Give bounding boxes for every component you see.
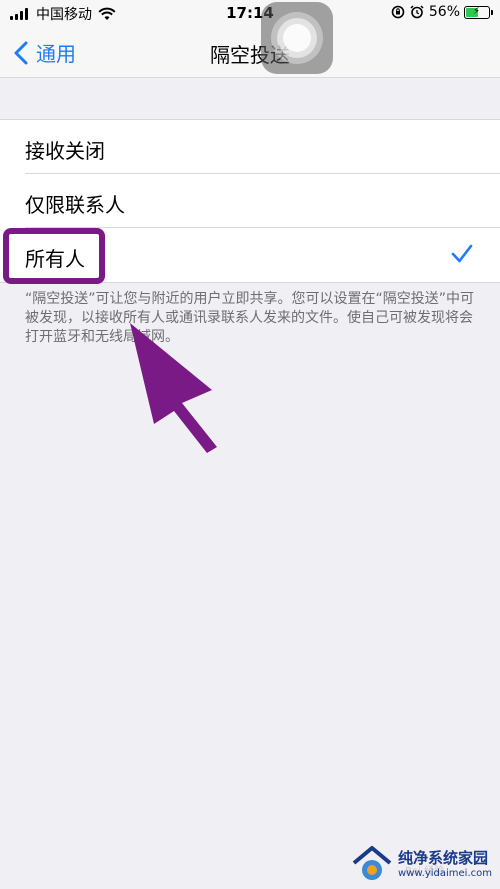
- option-label: 接收关闭: [25, 139, 105, 163]
- status-right: 56% ⚡: [391, 4, 493, 20]
- battery-charging-icon: ⚡: [464, 5, 493, 19]
- airdrop-description: “隔空投送”可让您与附近的用户立即共享。您可以设置在“隔空投送”中可被发现，以接…: [25, 291, 475, 345]
- watermark-text: 纯净系统家园 www.yidaimei.com: [398, 847, 492, 879]
- option-label: 仅限联系人: [25, 193, 125, 217]
- house-logo-icon: [352, 846, 392, 880]
- assistive-touch-button[interactable]: [261, 2, 333, 74]
- page-title: 隔空投送: [210, 43, 290, 67]
- watermark-url: www.yidaimei.com: [398, 868, 492, 879]
- option-receiving-off[interactable]: 接收关闭: [0, 120, 500, 174]
- annotation-highlight-box: [3, 228, 105, 284]
- charging-bolt-icon: ⚡: [473, 5, 481, 17]
- navigation-bar: 通用 隔空投送: [0, 26, 500, 78]
- checkmark-icon: [451, 244, 473, 263]
- rotation-lock-icon: [391, 5, 405, 19]
- option-contacts-only[interactable]: 仅限联系人: [0, 174, 500, 228]
- watermark-title: 纯净系统家园: [398, 849, 489, 867]
- site-watermark: 纯净系统家园 www.yidaimei.com: [350, 843, 492, 883]
- airdrop-settings-screen: 中国移动 17:14 56% ⚡ 通用 隔空投送 接收关闭 仅限联系人 所有人 …: [0, 0, 500, 889]
- status-bar: 中国移动 17:14 56% ⚡: [0, 0, 500, 26]
- battery-percent: 56%: [428, 4, 460, 20]
- alarm-icon: [410, 5, 424, 19]
